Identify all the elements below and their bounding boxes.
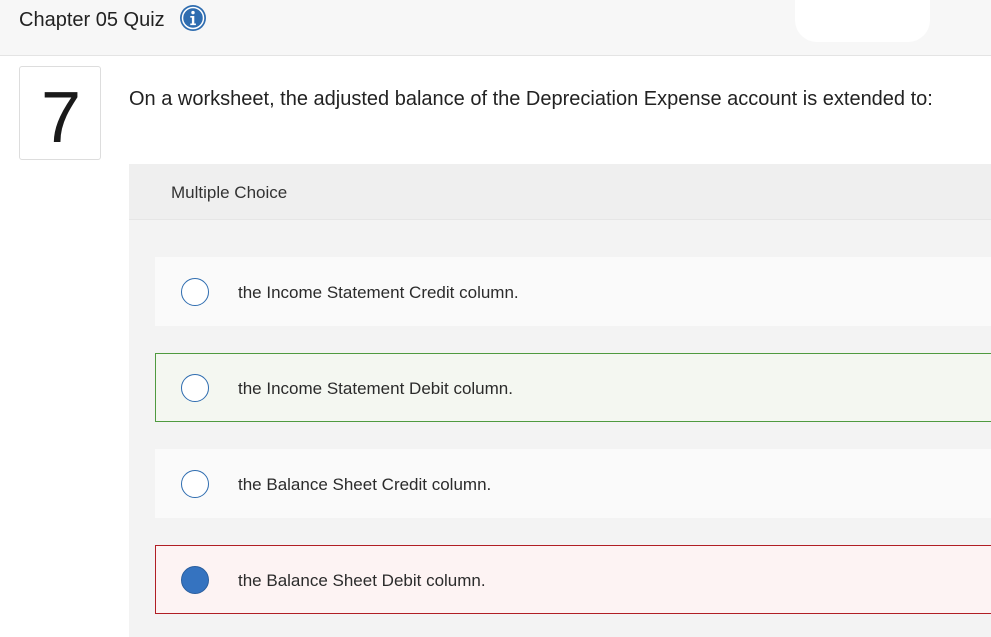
top-bar: Chapter 05 Quiz <box>0 0 991 56</box>
choice-label: the Balance Sheet Credit column. <box>238 475 492 494</box>
question-type-label: Multiple Choice <box>171 183 288 202</box>
choice-option-3[interactable]: the Balance Sheet Credit column. <box>155 449 991 518</box>
choice-label: the Income Statement Credit column. <box>238 283 519 302</box>
choice-label: the Balance Sheet Debit column. <box>238 571 486 590</box>
multiple-choice-header: Multiple Choice <box>129 164 991 220</box>
multiple-choice-panel: Multiple Choice the Income Statement Cre… <box>129 164 991 637</box>
radio-button[interactable] <box>181 470 209 498</box>
question-number-box: 7 <box>19 66 101 160</box>
choice-label: the Income Statement Debit column. <box>238 379 513 398</box>
question-number: 7 <box>40 78 82 158</box>
choice-option-2-correct[interactable]: the Income Statement Debit column. <box>155 353 991 422</box>
info-icon[interactable] <box>179 4 207 32</box>
radio-button-selected[interactable] <box>181 566 209 594</box>
header-control-pill[interactable] <box>795 0 930 42</box>
quiz-title: Chapter 05 Quiz <box>19 9 165 31</box>
radio-button[interactable] <box>181 278 209 306</box>
choice-option-1[interactable]: the Income Statement Credit column. <box>155 257 991 326</box>
question-prompt: On a worksheet, the adjusted balance of … <box>129 88 933 110</box>
radio-button[interactable] <box>181 374 209 402</box>
choice-option-4-selected-incorrect[interactable]: the Balance Sheet Debit column. <box>155 545 991 614</box>
